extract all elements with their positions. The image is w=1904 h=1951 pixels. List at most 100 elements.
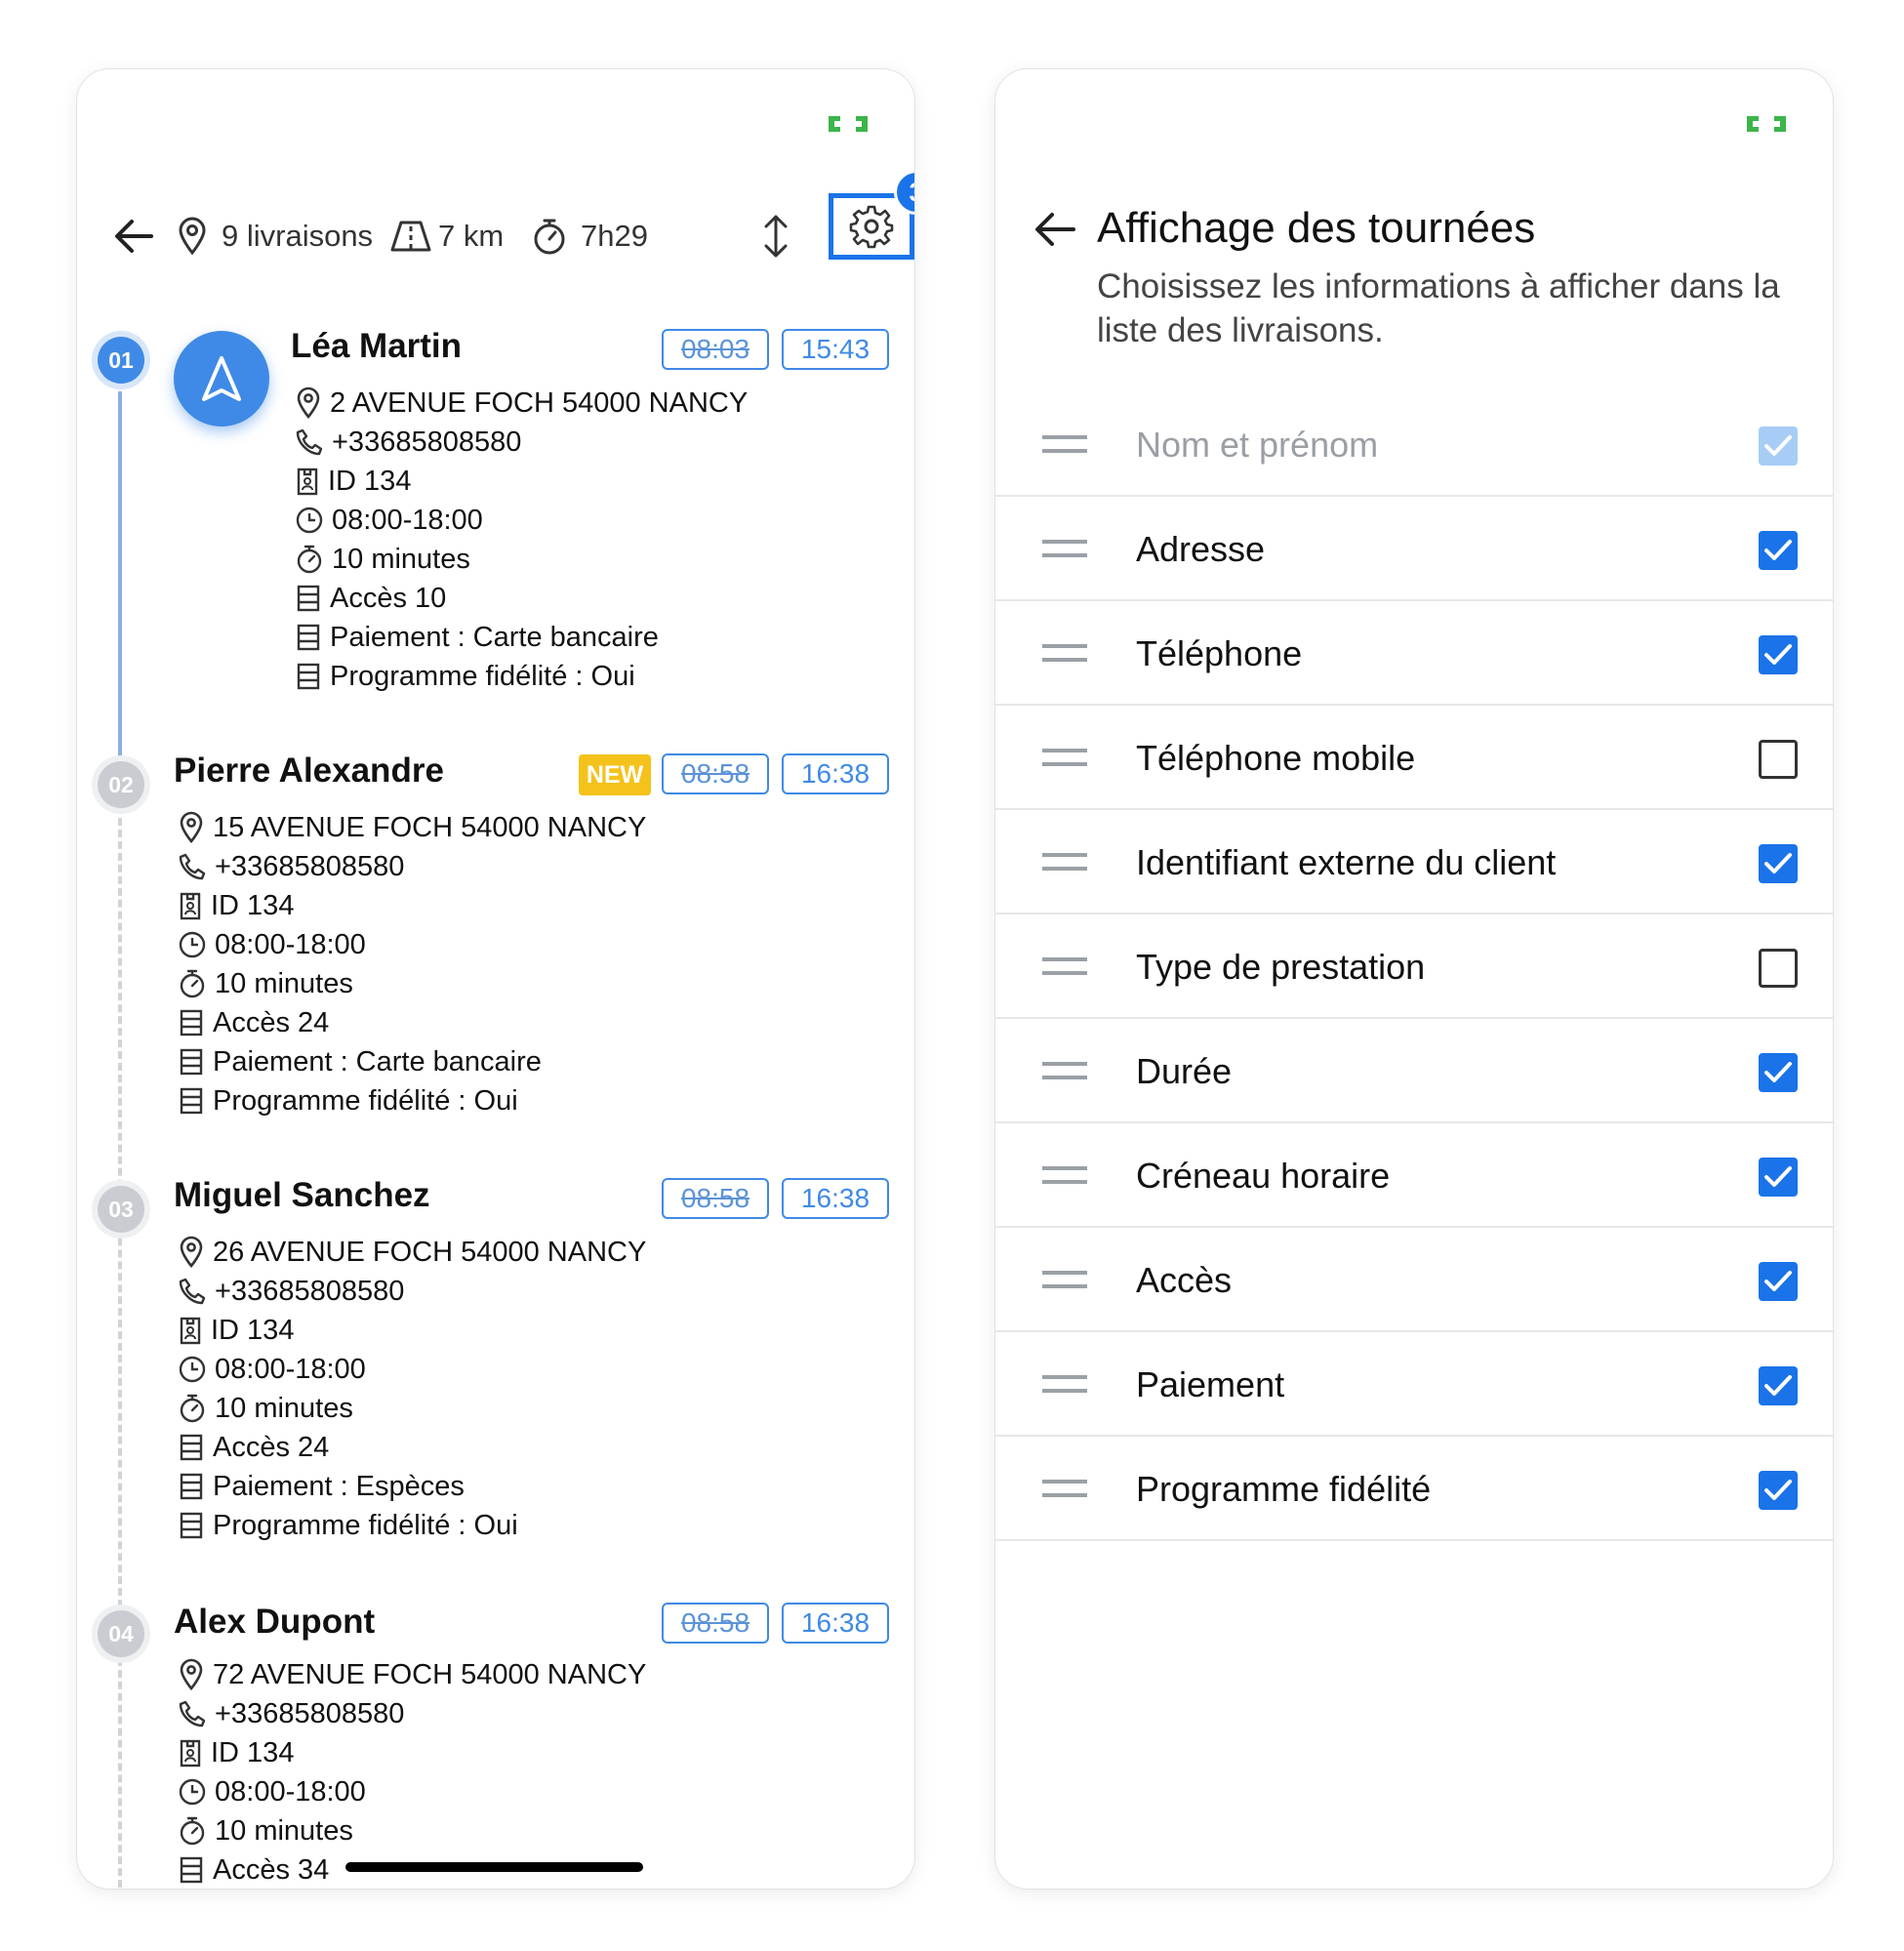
check-icon: [1764, 1166, 1792, 1187]
phone-icon: [179, 1700, 206, 1727]
location-pin-icon: [297, 386, 320, 420]
display-option-checkbox[interactable]: [1759, 1053, 1798, 1092]
stop-payment-text: Paiement : Carte bancaire: [213, 1045, 542, 1077]
stop-address-text: 26 AVENUE FOCH 54000 NANCY: [213, 1236, 647, 1268]
route-distance-text: 7 km: [438, 219, 505, 253]
location-pin-icon: [179, 217, 206, 256]
stop-client-id-text: ID 134: [211, 889, 295, 921]
stop-customer-name[interactable]: Pierre Alexandre: [174, 752, 444, 791]
eta-time-badge: 16:38: [782, 753, 889, 794]
check-icon: [1764, 435, 1792, 456]
check-icon: [1764, 1062, 1792, 1082]
drag-handle-icon[interactable]: [1042, 1372, 1087, 1396]
form-field-icon: [180, 1434, 203, 1461]
display-option-label: Créneau horaire: [1136, 1156, 1391, 1196]
stop-phone-text: +33685808580: [215, 1697, 405, 1729]
form-field-icon: [180, 1087, 203, 1115]
display-option-row[interactable]: Nom et prénom: [995, 393, 1833, 497]
drag-handle-icon[interactable]: [1042, 432, 1087, 456]
display-option-row[interactable]: Créneau horaire: [995, 1124, 1833, 1228]
clock-icon: [179, 1778, 206, 1806]
display-option-checkbox[interactable]: [1759, 949, 1798, 988]
drag-handle-icon[interactable]: [1042, 850, 1087, 874]
navigation-button[interactable]: [174, 331, 269, 427]
check-icon: [1764, 1375, 1792, 1396]
eta-time-badge: 16:38: [782, 1603, 889, 1644]
stop-number: 03: [98, 1186, 144, 1233]
stop-customer-name[interactable]: Léa Martin: [291, 327, 462, 366]
display-option-checkbox[interactable]: [1759, 740, 1798, 779]
form-field-icon: [180, 1856, 203, 1884]
display-option-checkbox[interactable]: [1759, 1158, 1798, 1197]
drag-handle-icon[interactable]: [1042, 955, 1087, 978]
display-option-row[interactable]: Type de prestation: [995, 915, 1833, 1019]
stop-address-text: 72 AVENUE FOCH 54000 NANCY: [213, 1658, 647, 1690]
phone-icon: [296, 428, 323, 456]
stop-address: 2 AVENUE FOCH 54000 NANCY: [295, 384, 748, 423]
stop-phone[interactable]: +33685808580: [295, 423, 521, 462]
home-indicator[interactable]: [345, 1862, 643, 1872]
stop-loyalty: Programme fidélité : Oui: [178, 1081, 518, 1120]
check-icon: [1764, 1271, 1792, 1291]
stop-duration-text: 10 minutes: [215, 967, 353, 999]
display-option-row[interactable]: Durée: [995, 1020, 1833, 1123]
drag-handle-icon[interactable]: [1042, 1477, 1087, 1500]
stop-duration-text: 10 minutes: [332, 543, 470, 575]
display-option-row[interactable]: Accès: [995, 1229, 1833, 1332]
drag-handle-icon[interactable]: [1042, 1163, 1087, 1187]
route-summary-bar: 9 livraisons 7 km 7h29: [112, 204, 914, 268]
stop-number: 02: [98, 761, 144, 808]
back-button[interactable]: [112, 204, 155, 268]
stop-number: 04: [98, 1610, 144, 1657]
display-option-row[interactable]: Paiement: [995, 1333, 1833, 1437]
stop-client-id: ID 134: [178, 1733, 294, 1772]
display-option-row[interactable]: Téléphone: [995, 602, 1833, 706]
deliveries-count-text: 9 livraisons: [222, 219, 374, 253]
drag-handle-icon[interactable]: [1042, 537, 1087, 560]
stop-access: Accès 34: [178, 1850, 329, 1889]
stop-client-id-text: ID 134: [211, 1314, 295, 1346]
display-option-row[interactable]: Adresse: [995, 498, 1833, 601]
stop-phone[interactable]: +33685808580: [178, 1272, 404, 1311]
back-button[interactable]: [1033, 210, 1077, 254]
drag-handle-icon[interactable]: [1042, 746, 1087, 769]
expand-icon[interactable]: [1745, 114, 1788, 134]
stop-access: Accès 24: [178, 1003, 329, 1042]
drag-handle-icon[interactable]: [1042, 1268, 1087, 1291]
stopwatch-icon: [534, 219, 565, 255]
display-option-checkbox[interactable]: [1759, 1471, 1798, 1510]
display-option-row[interactable]: Téléphone mobile: [995, 707, 1833, 810]
display-option-checkbox[interactable]: [1759, 635, 1798, 674]
drag-handle-icon[interactable]: [1042, 641, 1087, 665]
drag-handle-icon[interactable]: [1042, 1059, 1087, 1082]
stop-customer-name[interactable]: Alex Dupont: [174, 1603, 375, 1642]
display-option-checkbox[interactable]: [1759, 1262, 1798, 1301]
eta-time-badge: 16:38: [782, 1178, 889, 1219]
display-option-checkbox[interactable]: [1759, 531, 1798, 570]
phone-icon: [179, 853, 206, 880]
display-option-row[interactable]: Identifiant externe du client: [995, 811, 1833, 915]
reorder-button[interactable]: [762, 204, 790, 268]
stop-number: 01: [98, 337, 144, 384]
stop-phone[interactable]: +33685808580: [178, 847, 404, 886]
stop-client-id: ID 134: [178, 1311, 294, 1350]
stop-payment-text: Paiement : Carte bancaire: [330, 621, 659, 653]
display-option-label: Nom et prénom: [1136, 425, 1379, 465]
planned-time-badge: 08:58: [662, 1603, 769, 1644]
deliveries-count: 9 livraisons: [177, 204, 373, 268]
display-option-label: Téléphone mobile: [1136, 738, 1416, 778]
stop-address: 26 AVENUE FOCH 54000 NANCY: [178, 1233, 646, 1272]
stop-phone[interactable]: +33685808580: [178, 1694, 404, 1733]
stop-duration-text: 10 minutes: [215, 1392, 353, 1424]
stop-loyalty: Programme fidélité : Oui: [295, 657, 635, 696]
expand-icon[interactable]: [827, 114, 870, 134]
display-option-row[interactable]: Programme fidélité: [995, 1438, 1833, 1541]
stop-customer-name[interactable]: Miguel Sanchez: [174, 1176, 430, 1215]
check-icon: [1764, 1480, 1792, 1500]
form-field-icon: [180, 1473, 203, 1500]
display-option-checkbox[interactable]: [1759, 1366, 1798, 1405]
clock-icon: [296, 507, 323, 534]
clock-icon: [179, 931, 206, 958]
display-option-checkbox[interactable]: [1759, 844, 1798, 883]
stop-duration: 10 minutes: [178, 1811, 353, 1850]
